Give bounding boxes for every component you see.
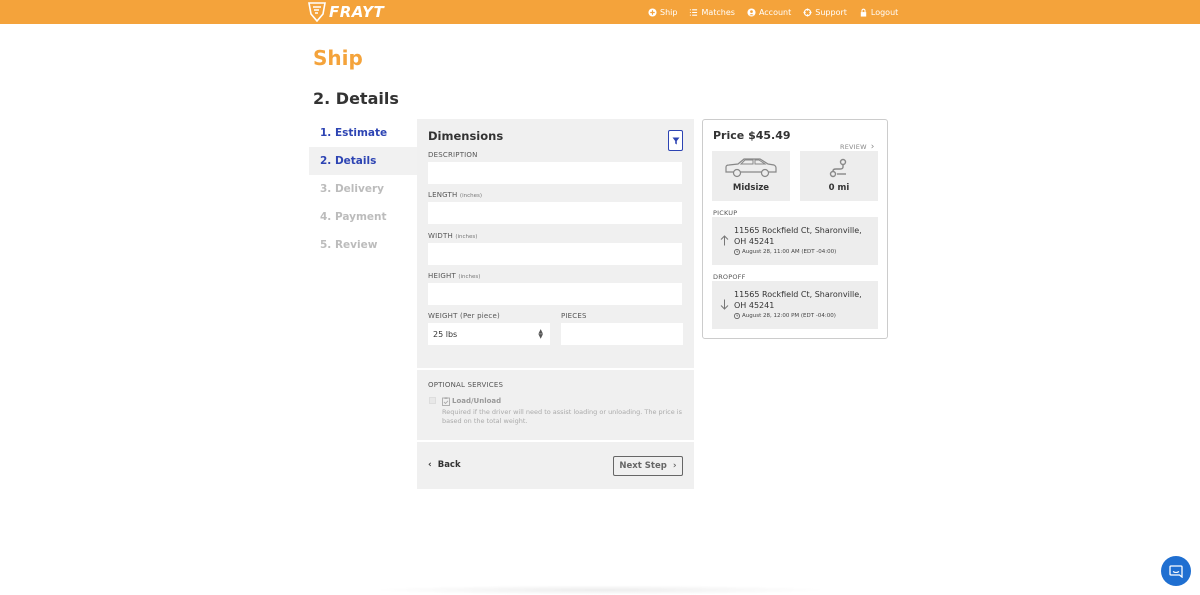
pickup-label: PICKUP bbox=[713, 209, 738, 217]
brand-name: FRAYT bbox=[329, 3, 385, 21]
list-icon bbox=[690, 8, 698, 16]
pieces-input[interactable] bbox=[561, 323, 683, 345]
width-label: WIDTH (inches) bbox=[428, 232, 478, 240]
dropoff-label: DROPOFF bbox=[713, 273, 746, 281]
description-label: DESCRIPTION bbox=[428, 151, 478, 159]
distance-label: 0 mi bbox=[828, 183, 850, 193]
chevron-right-icon: › bbox=[672, 461, 677, 471]
nav-logout[interactable]: Logout bbox=[859, 8, 898, 17]
step-nav: 1. Estimate 2. Details 3. Delivery 4. Pa… bbox=[309, 119, 417, 259]
nav-account[interactable]: Account bbox=[747, 8, 791, 17]
weight-unit: (Per piece) bbox=[460, 312, 500, 320]
section-title: 2. Details bbox=[313, 89, 399, 108]
top-navbar: FRAYT Ship Matches Account Support Logou… bbox=[0, 0, 1200, 24]
nav-ship[interactable]: Ship bbox=[648, 8, 677, 17]
step-details[interactable]: 2. Details bbox=[309, 147, 417, 175]
price-label: Price $45.49 bbox=[713, 129, 791, 142]
nav-logout-label: Logout bbox=[870, 7, 899, 17]
step-estimate[interactable]: 1. Estimate bbox=[309, 119, 417, 147]
pickup-time-text: August 28, 11:00 AM (EDT -04:00) bbox=[742, 249, 837, 255]
chat-launcher-button[interactable] bbox=[1161, 556, 1191, 586]
step-payment[interactable]: 4. Payment bbox=[309, 203, 417, 231]
width-input[interactable] bbox=[428, 243, 682, 265]
lifebuoy-icon bbox=[803, 7, 812, 17]
review-label: REVIEW bbox=[840, 143, 867, 151]
weight-label: WEIGHT (Per piece) bbox=[428, 312, 500, 320]
width-unit: (inches) bbox=[455, 234, 478, 240]
load-unload-name: Load/Unload bbox=[452, 397, 502, 405]
nav-support[interactable]: Support bbox=[803, 8, 847, 17]
nav-links: Ship Matches Account Support Logout bbox=[648, 0, 910, 24]
step-review[interactable]: 5. Review bbox=[309, 231, 417, 259]
back-button[interactable]: ‹ Back bbox=[428, 457, 461, 473]
filter-button[interactable] bbox=[668, 130, 683, 151]
distance-tile: 0 mi bbox=[800, 151, 878, 201]
arrow-up-icon bbox=[720, 235, 729, 246]
back-label: Back bbox=[437, 460, 461, 470]
user-circle-icon bbox=[747, 7, 756, 17]
next-step-label: Next Step bbox=[619, 461, 667, 471]
dropoff-time-text: August 28, 12:00 PM (EDT -04:00) bbox=[742, 313, 836, 319]
optional-services-panel: OPTIONAL SERVICES Load/Unload Required i… bbox=[417, 370, 694, 440]
nav-matches[interactable]: Matches bbox=[689, 8, 735, 17]
dimensions-title: Dimensions bbox=[428, 129, 504, 143]
car-icon bbox=[725, 158, 777, 178]
dropoff-time: August 28, 12:00 PM (EDT -04:00) bbox=[734, 313, 836, 319]
load-unload-checkbox[interactable] bbox=[429, 397, 436, 404]
length-label: LENGTH (inches) bbox=[428, 191, 482, 199]
lock-icon bbox=[860, 8, 867, 17]
pickup-box: 11565 Rockfield Ct, Sharonville, OH 4524… bbox=[712, 217, 878, 265]
form-actions: ‹ Back Next Step › bbox=[417, 442, 694, 489]
route-icon bbox=[829, 158, 847, 178]
frayt-shield-icon bbox=[308, 2, 326, 22]
pickup-time: August 28, 11:00 AM (EDT -04:00) bbox=[734, 249, 836, 255]
clock-icon bbox=[734, 249, 740, 255]
next-step-button[interactable]: Next Step › bbox=[613, 456, 683, 476]
nav-ship-label: Ship bbox=[660, 7, 678, 17]
pieces-label: PIECES bbox=[561, 312, 587, 320]
dropoff-address: 11565 Rockfield Ct, Sharonville, OH 4524… bbox=[734, 290, 862, 310]
dropoff-box: 11565 Rockfield Ct, Sharonville, OH 4524… bbox=[712, 281, 878, 329]
dimensions-panel: Dimensions DESCRIPTION LENGTH (inches) W… bbox=[417, 119, 694, 368]
footer-shadow bbox=[370, 585, 830, 595]
weight-select[interactable]: 25 lbs ▲ ▼ bbox=[428, 323, 550, 345]
height-unit: (inches) bbox=[458, 274, 481, 280]
optional-services-title: OPTIONAL SERVICES bbox=[428, 381, 504, 389]
arrow-down-icon bbox=[720, 299, 729, 310]
chevron-left-icon: ‹ bbox=[428, 460, 432, 470]
nav-support-label: Support bbox=[815, 7, 847, 17]
plus-circle-icon bbox=[648, 7, 657, 17]
select-caret-icon: ▲ ▼ bbox=[538, 328, 543, 340]
weight-select-value: 25 lbs bbox=[433, 329, 458, 339]
length-input[interactable] bbox=[428, 202, 682, 224]
pickup-address: 11565 Rockfield Ct, Sharonville, OH 4524… bbox=[734, 226, 862, 246]
load-unload-description: Required if the driver will need to assi… bbox=[442, 408, 682, 425]
filter-icon bbox=[672, 137, 679, 144]
nav-account-label: Account bbox=[758, 7, 792, 17]
height-label: HEIGHT (inches) bbox=[428, 272, 481, 280]
vehicle-label: Midsize bbox=[732, 183, 770, 193]
chat-icon bbox=[1169, 564, 1183, 578]
clock-icon bbox=[734, 313, 740, 319]
height-input[interactable] bbox=[428, 283, 682, 305]
page-title: Ship bbox=[313, 46, 363, 70]
frayt-logo[interactable]: FRAYT bbox=[308, 1, 384, 23]
description-input[interactable] bbox=[428, 162, 682, 184]
length-unit: (inches) bbox=[459, 193, 482, 199]
price-summary-card: Price $45.49 REVIEW › Midsize 0 mi PICKU… bbox=[702, 119, 888, 339]
nav-matches-label: Matches bbox=[701, 7, 735, 17]
clipboard-icon bbox=[442, 397, 450, 406]
step-delivery[interactable]: 3. Delivery bbox=[309, 175, 417, 203]
vehicle-tile: Midsize bbox=[712, 151, 790, 201]
